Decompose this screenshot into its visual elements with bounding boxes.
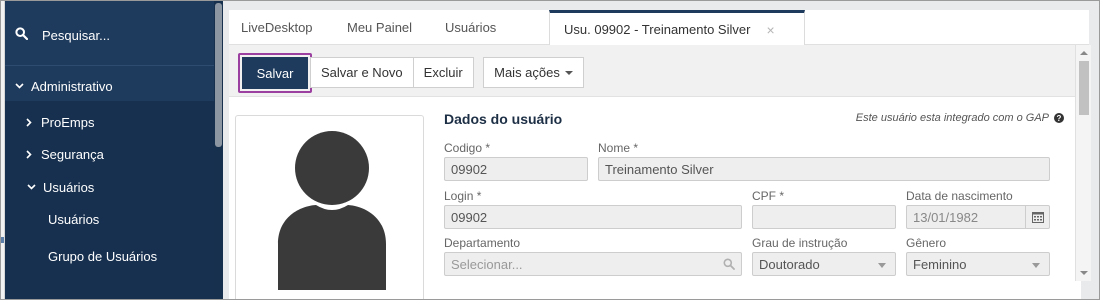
- cpf-field[interactable]: [752, 205, 896, 229]
- user-avatar-icon: [278, 131, 386, 290]
- genero-select[interactable]: Feminino: [906, 252, 1050, 276]
- tab-usuarios[interactable]: Usuários: [445, 10, 496, 45]
- departamento-field[interactable]: Selecionar...: [444, 252, 742, 276]
- main-panel: LiveDesktop Meu Painel Usuários Usu. 099…: [223, 1, 1099, 299]
- chevron-right-icon: [23, 149, 35, 159]
- search-icon: [15, 27, 29, 43]
- edge-marker: [1, 237, 4, 243]
- sidebar-item-administrativo[interactable]: Administrativo: [13, 75, 113, 97]
- tab-label: Meu Painel: [347, 20, 413, 35]
- sidebar-item-grupo-usuarios[interactable]: Grupo de Usuários: [48, 245, 157, 267]
- tab-livedesktop[interactable]: LiveDesktop: [241, 10, 313, 45]
- content-scroll-thumb[interactable]: [1079, 61, 1089, 115]
- sidebar: Pesquisar... Administrativo ProEmps Segu…: [5, 1, 223, 299]
- close-icon[interactable]: ×: [766, 22, 774, 38]
- toolbar: Salvar Salvar e Novo Excluir Mais ações: [229, 45, 1081, 97]
- sidebar-item-label: Segurança: [41, 146, 104, 162]
- scroll-down-icon[interactable]: [1080, 271, 1088, 275]
- search-icon: [723, 258, 735, 273]
- departamento-label: Departamento: [444, 236, 521, 250]
- user-data-form: Dados do usuário Este usuário esta integ…: [444, 97, 1064, 299]
- sidebar-item-usuarios[interactable]: Usuários: [48, 208, 99, 230]
- nascimento-value: 13/01/1982: [913, 209, 979, 225]
- sidebar-scroll-thumb[interactable]: [215, 3, 222, 147]
- sidebar-item-label: Usuários: [48, 211, 100, 227]
- grau-select[interactable]: Doutorado: [752, 252, 896, 276]
- genero-label: Gênero: [906, 236, 947, 250]
- nome-label: Nome *: [598, 141, 639, 155]
- login-label: Login *: [444, 189, 482, 203]
- chevron-right-icon: [23, 117, 35, 127]
- codigo-label: Codigo *: [444, 141, 491, 155]
- sidebar-search[interactable]: Pesquisar...: [5, 16, 214, 54]
- cpf-label: CPF *: [752, 189, 785, 203]
- tab-label: LiveDesktop: [241, 20, 313, 35]
- nascimento-field[interactable]: 13/01/1982: [906, 205, 1050, 229]
- caret-down-icon: [878, 263, 886, 268]
- nascimento-label: Data de nascimento: [906, 189, 1013, 203]
- caret-down-icon: [1032, 263, 1040, 268]
- sidebar-divider: [5, 65, 214, 66]
- sidebar-item-label: ProEmps: [41, 114, 95, 130]
- more-actions-label: Mais ações: [494, 65, 560, 80]
- chevron-down-icon: [13, 83, 25, 89]
- departamento-placeholder: Selecionar...: [451, 256, 523, 272]
- tab-bar: LiveDesktop Meu Painel Usuários Usu. 099…: [229, 10, 1089, 46]
- save-button[interactable]: Salvar: [242, 57, 308, 89]
- grau-value: Doutorado: [759, 256, 820, 272]
- sidebar-search-label: Pesquisar...: [42, 27, 110, 43]
- tab-label: Usuários: [445, 20, 497, 35]
- toolbar-button-group: Salvar e Novo Excluir: [310, 57, 474, 88]
- tab-meu-painel[interactable]: Meu Painel: [347, 10, 412, 45]
- save-and-new-button[interactable]: Salvar e Novo: [310, 57, 414, 88]
- integration-note-text: Este usuário esta integrado com o GAP: [855, 112, 1049, 124]
- sidebar-scrollbar[interactable]: [214, 1, 223, 299]
- content-scrollbar[interactable]: [1075, 45, 1091, 281]
- more-actions-button[interactable]: Mais ações: [483, 57, 584, 88]
- tab-usuario-09902[interactable]: Usu. 09902 - Treinamento Silver ×: [549, 10, 805, 46]
- scroll-up-icon[interactable]: [1080, 51, 1088, 55]
- sidebar-item-seguranca[interactable]: Segurança: [23, 143, 104, 165]
- grau-label: Grau de instrução: [752, 236, 848, 250]
- section-title: Dados do usuário: [444, 111, 563, 127]
- calendar-icon[interactable]: [1025, 206, 1049, 228]
- form-content: Salvar Salvar e Novo Excluir Mais ações …: [229, 45, 1081, 299]
- avatar-panel[interactable]: [235, 115, 424, 299]
- help-icon[interactable]: ?: [1054, 113, 1064, 123]
- delete-button[interactable]: Excluir: [413, 57, 474, 88]
- sidebar-item-label: Usuários: [43, 179, 95, 195]
- nome-field[interactable]: Treinamento Silver: [598, 157, 1050, 181]
- sidebar-item-label: Administrativo: [31, 78, 113, 94]
- chevron-down-icon: [25, 184, 37, 190]
- codigo-field[interactable]: 09902: [444, 157, 588, 181]
- sidebar-item-usuarios-group[interactable]: Usuários: [25, 176, 94, 198]
- integration-note: Este usuário esta integrado com o GAP ?: [856, 112, 1064, 124]
- genero-value: Feminino: [913, 256, 967, 272]
- login-field[interactable]: 09902: [444, 205, 742, 229]
- caret-down-icon: [564, 70, 573, 75]
- sidebar-item-label: Grupo de Usuários: [48, 248, 158, 264]
- tab-label: Usu. 09902 - Treinamento Silver: [564, 22, 751, 37]
- sidebar-item-proemps[interactable]: ProEmps: [23, 111, 94, 133]
- app-window: Pesquisar... Administrativo ProEmps Segu…: [0, 0, 1100, 300]
